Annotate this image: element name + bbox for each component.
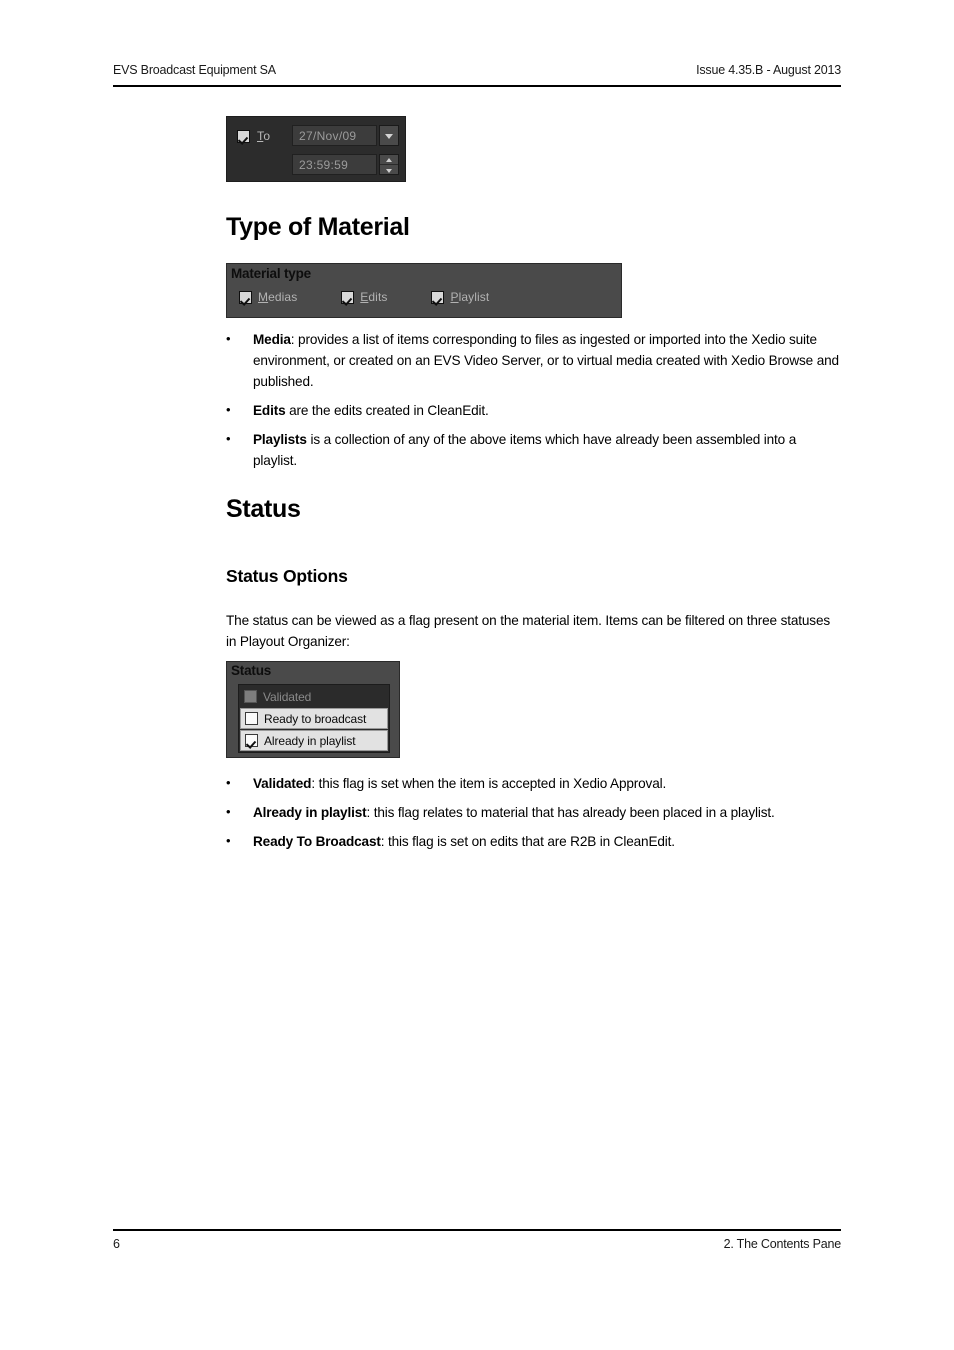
datetime-range-widget: To 27/Nov/09 23:59:59 [226,116,406,182]
list-item: Edits are the edits created in CleanEdit… [226,399,841,421]
type-of-material-bullet-list: Media: provides a list of items correspo… [226,328,841,471]
playlist-accelerator: P [450,290,459,304]
footer-divider [113,1229,841,1231]
ready-to-broadcast-checkbox[interactable] [245,712,258,725]
list-item: Validated: this flag is set when the ite… [226,772,841,794]
already-in-playlist-label: Already in playlist [264,733,356,748]
to-label-rest: o [263,129,271,143]
playlist-checkbox[interactable] [431,290,445,304]
bullet-term: Edits [253,403,286,418]
medias-checkbox[interactable] [239,290,252,304]
list-item: Playlists is a collection of any of the … [226,428,841,471]
edits-label-rest: dits [368,290,388,304]
status-row-validated: Validated [240,686,388,707]
material-type-option-playlist[interactable]: Playlist [431,290,489,304]
status-widget-title: Status [231,663,272,678]
page-footer: 6 2. The Contents Pane [113,1237,841,1251]
material-type-option-edits[interactable]: Edits [341,290,387,304]
list-item: Already in playlist: this flag relates t… [226,801,841,823]
validated-label: Validated [263,689,312,704]
chevron-down-icon [385,133,393,139]
date-input[interactable]: 27/Nov/09 [292,125,377,146]
to-label: To [257,129,270,143]
bullet-text: : this flag is set when the item is acce… [311,776,667,791]
footer-chapter-text: 2. The Contents Pane [723,1237,842,1251]
heading-type-of-material: Type of Material [226,213,410,241]
date-dropdown-button[interactable] [379,125,399,146]
status-widget: Status Validated Ready to broadcast Alre… [226,661,400,758]
status-option-list: Validated Ready to broadcast Already in … [238,684,390,753]
bullet-text: : provides a list of items corresponding… [253,332,839,389]
heading-status: Status [226,495,301,523]
header-right-text: Issue 4.35.B - August 2013 [696,63,841,77]
to-checkbox[interactable] [237,129,250,143]
list-item: Ready To Broadcast: this flag is set on … [226,830,841,852]
status-row-already-in-playlist[interactable]: Already in playlist [240,730,388,751]
medias-label: Medias [258,290,297,304]
playlist-label-rest: laylist [458,290,490,304]
bullet-term: Validated [253,776,312,791]
list-item: Media: provides a list of items correspo… [226,328,841,392]
material-type-title: Material type [231,266,311,281]
medias-label-rest: edias [268,290,298,304]
medias-accelerator: M [258,290,269,304]
bullet-text: : this flag relates to material that has… [366,805,775,820]
status-row-ready-to-broadcast[interactable]: Ready to broadcast [240,708,388,729]
stepper-down-icon[interactable] [380,165,398,174]
material-type-widget: Material type Medias Edits Playlist [226,263,622,318]
page-number: 6 [113,1237,120,1251]
bullet-term: Ready To Broadcast [253,834,381,849]
heading-status-options: Status Options [226,566,348,586]
time-input[interactable]: 23:59:59 [292,154,377,175]
material-type-option-medias[interactable]: Medias [239,290,297,304]
status-bullet-list: Validated: this flag is set when the ite… [226,772,841,852]
time-stepper[interactable] [379,154,399,175]
bullet-term: Already in playlist [253,805,367,820]
validated-checkbox [244,690,257,703]
page-header: EVS Broadcast Equipment SA Issue 4.35.B … [113,63,841,77]
ready-to-broadcast-label: Ready to broadcast [264,711,367,726]
status-intro-paragraph: The status can be viewed as a flag prese… [226,613,831,649]
edits-label: Edits [360,290,387,304]
bullet-term: Media [253,332,291,347]
bullet-term: Playlists [253,432,307,447]
material-type-options: Medias Edits Playlist [239,290,533,304]
bullet-text: : this flag is set on edits that are R2B… [380,834,675,849]
bullet-text: is a collection of any of the above item… [253,432,797,468]
edits-checkbox[interactable] [341,290,355,304]
header-left-text: EVS Broadcast Equipment SA [113,63,276,77]
stepper-up-icon[interactable] [380,155,398,165]
header-divider [113,85,841,87]
already-in-playlist-checkbox[interactable] [245,734,258,747]
playlist-label: Playlist [450,290,489,304]
bullet-text: are the edits created in CleanEdit. [285,403,489,418]
